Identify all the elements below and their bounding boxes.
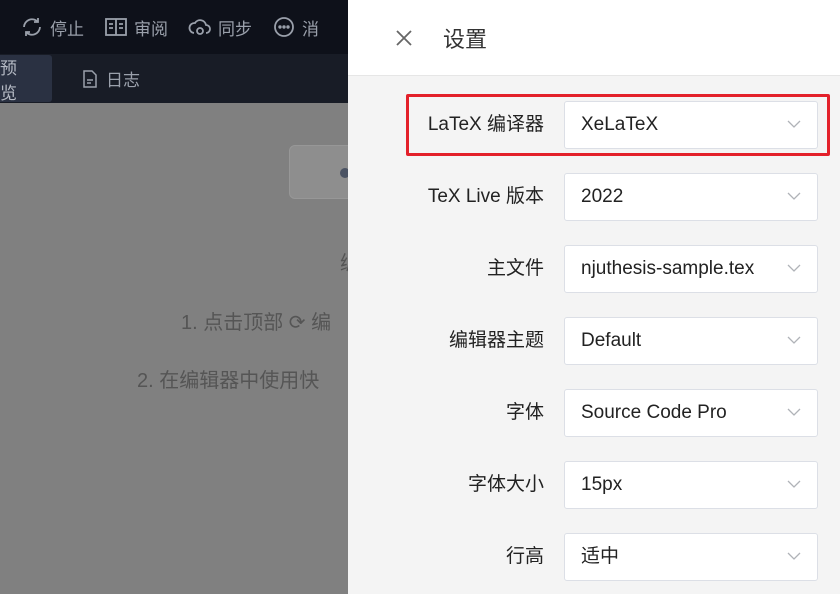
- setting-value: Default: [581, 330, 642, 351]
- setting-row: 字体 Source Code Pro: [348, 389, 840, 437]
- setting-select[interactable]: Source Code Pro: [564, 389, 818, 437]
- chevron-down-icon: [787, 408, 801, 416]
- setting-label: 字体大小: [467, 474, 544, 495]
- setting-label: TeX Live 版本: [427, 186, 544, 207]
- setting-row: TeX Live 版本 2022: [348, 173, 840, 221]
- sync-button[interactable]: 同步: [188, 15, 252, 40]
- hint-line-2: 2. 在编辑器中使用快: [137, 370, 320, 392]
- setting-label: 行高: [505, 546, 544, 567]
- chevron-down-icon: [787, 192, 801, 200]
- setting-label: 主文件: [486, 258, 544, 279]
- cloud-sync-icon: [188, 19, 211, 35]
- setting-row: 编辑器主题 Default: [348, 317, 840, 365]
- tab-bar: 预览 日志: [0, 54, 350, 103]
- review-label: 审阅: [134, 19, 168, 39]
- setting-label: 编辑器主题: [448, 330, 544, 351]
- drawer-title: 设置: [443, 26, 488, 52]
- setting-value: 适中: [581, 546, 620, 567]
- setting-select[interactable]: Default: [564, 317, 818, 365]
- refresh-icon: [23, 18, 41, 36]
- setting-value: njuthesis-sample.tex: [581, 258, 755, 279]
- chevron-down-icon: [787, 552, 801, 560]
- tab-preview-label: 预览: [0, 58, 17, 103]
- chevron-down-icon: [787, 264, 801, 272]
- stop-label: 停止: [50, 19, 84, 39]
- tab-preview[interactable]: 预览: [0, 55, 52, 102]
- book-icon: [105, 18, 127, 36]
- chat-button[interactable]: 消: [272, 15, 319, 40]
- setting-select[interactable]: 2022: [564, 173, 818, 221]
- preview-area: 编 1. 点击顶部 ⟳ 编 2. 在编辑器中使用快: [0, 103, 350, 594]
- setting-select[interactable]: njuthesis-sample.tex: [564, 245, 818, 293]
- setting-value: Source Code Pro: [581, 402, 727, 423]
- sync-label: 同步: [218, 19, 252, 39]
- setting-select[interactable]: 适中: [564, 533, 818, 581]
- setting-value: 15px: [581, 474, 623, 495]
- chevron-down-icon: [787, 336, 801, 344]
- toolbar: 停止 审阅 同步 消: [0, 0, 350, 54]
- setting-select[interactable]: 15px: [564, 461, 818, 509]
- hint-line-1: 1. 点击顶部 ⟳ 编: [181, 312, 332, 334]
- setting-row: 主文件 njuthesis-sample.tex: [348, 245, 840, 293]
- tab-log[interactable]: 日志: [82, 55, 140, 102]
- drawer-header: 设置: [348, 0, 840, 76]
- document-icon: [83, 69, 97, 88]
- stop-button[interactable]: 停止: [20, 15, 84, 40]
- tab-log-label: 日志: [106, 71, 140, 90]
- setting-row: 行高 适中: [348, 533, 840, 581]
- setting-row: 字体大小 15px: [348, 461, 840, 509]
- review-button[interactable]: 审阅: [104, 15, 168, 40]
- setting-label: 字体: [505, 402, 544, 423]
- setting-value: 2022: [581, 186, 624, 207]
- chevron-down-icon: [787, 480, 801, 488]
- settings-drawer: 设置 LaTeX 编译器 XeLaTeX TeX Live 版本 2022 主文…: [348, 0, 840, 594]
- chat-label: 消: [302, 19, 319, 39]
- chat-icon: [274, 17, 294, 37]
- loading-card: [289, 145, 350, 199]
- highlight-box: [406, 94, 830, 156]
- close-icon[interactable]: [394, 28, 414, 48]
